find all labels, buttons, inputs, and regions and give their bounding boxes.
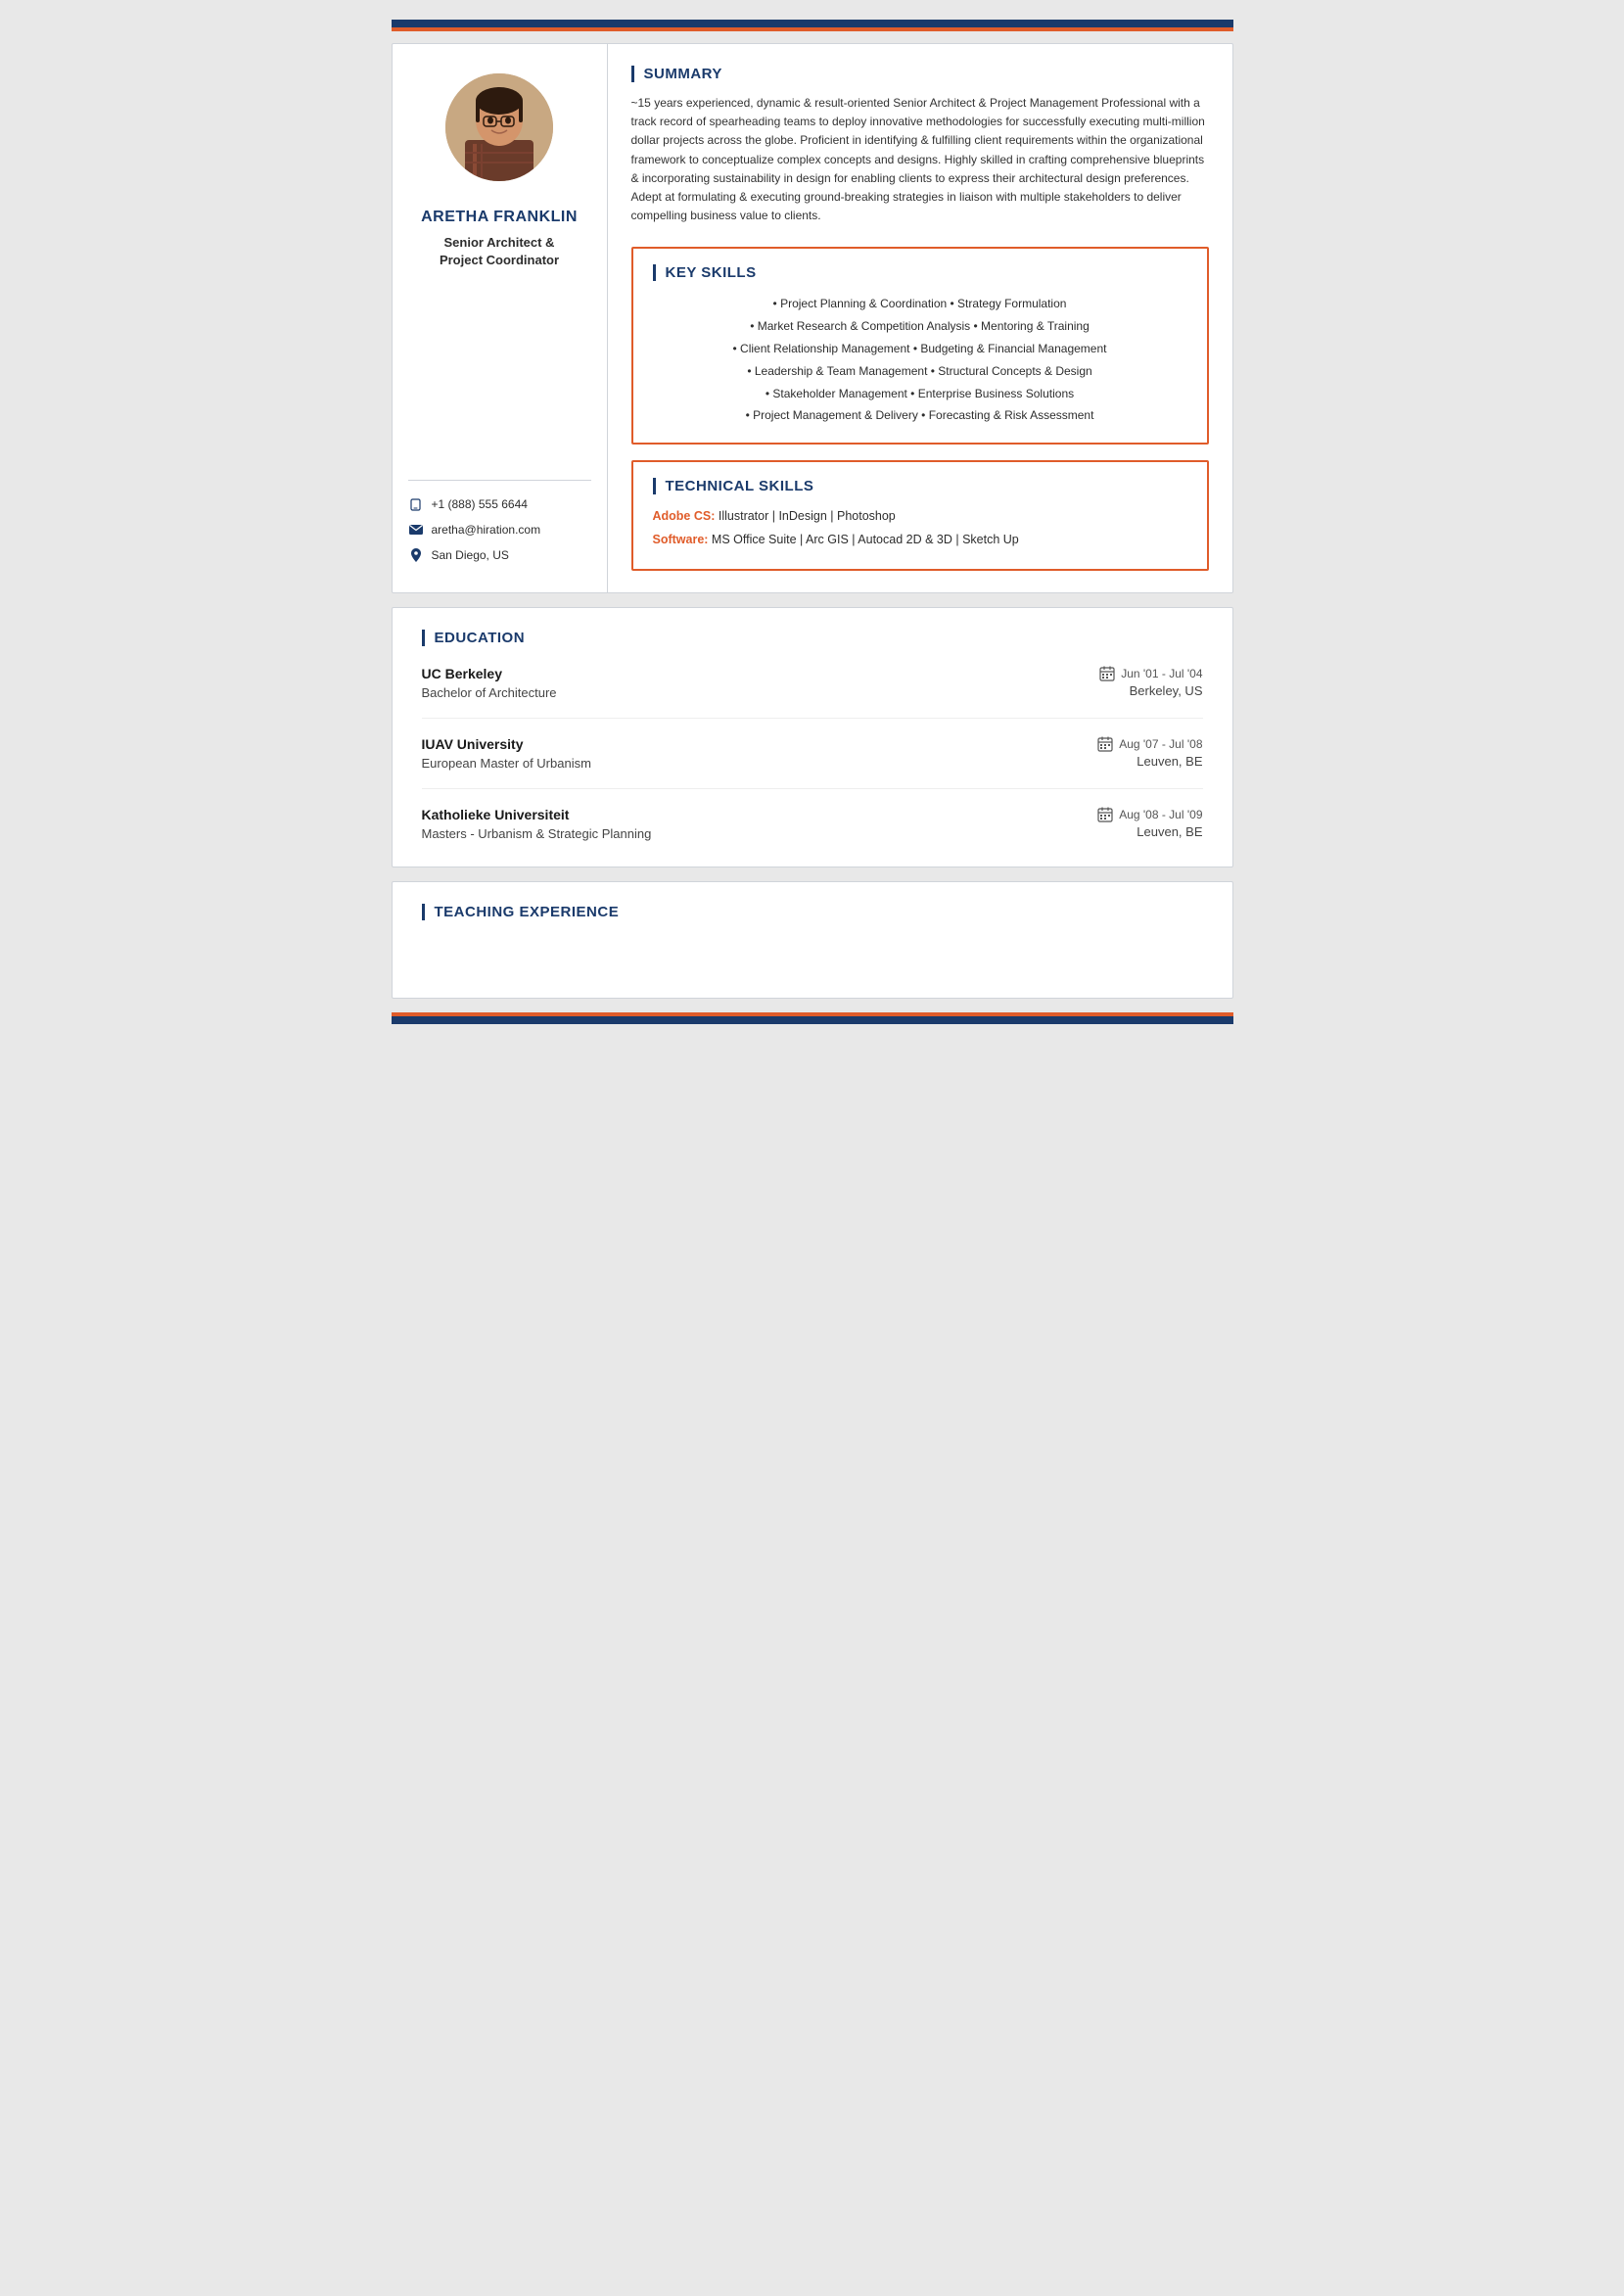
calendar-icon [1099,666,1115,681]
skill-item: • Leadership & Team Management • Structu… [653,360,1187,383]
education-entry: Katholieke Universiteit Aug '08 - Jul '0… [422,807,1203,841]
key-skills-section: KEY SKILLS • Project Planning & Coordina… [631,247,1209,445]
edu-date: Aug '08 - Jul '09 [1097,807,1202,822]
phone-icon [408,496,424,512]
email-icon [408,522,424,538]
technical-skills-section: TECHNICAL SKILLS Adobe CS: Illustrator |… [631,460,1209,571]
skill-item: • Project Planning & Coordination • Stra… [653,293,1187,315]
summary-text: ~15 years experienced, dynamic & result-… [631,94,1209,225]
education-title: EDUCATION [435,630,526,646]
edu-location: Leuven, BE [1137,754,1202,769]
tech-skill-line: Software: MS Office Suite | Arc GIS | Au… [653,530,1187,549]
resume-wrapper: ARETHA FRANKLiN Senior Architect & Proje… [392,20,1233,1024]
summary-header: SUMMARY [631,66,1209,82]
tech-skills-lines: Adobe CS: Illustrator | InDesign | Photo… [653,506,1187,549]
edu-row-top: IUAV University Aug '07 - Jul '08 [422,736,1203,752]
edu-location: Berkeley, US [1130,683,1203,698]
bottom-bar [392,1016,1233,1024]
education-header: EDUCATION [422,630,1203,646]
skill-item: • Market Research & Competition Analysis… [653,315,1187,338]
email-contact: aretha@hiration.com [408,522,591,538]
person-title: Senior Architect & Project Coordinator [440,234,559,269]
skill-item: • Stakeholder Management • Enterprise Bu… [653,383,1187,405]
left-panel: ARETHA FRANKLiN Senior Architect & Proje… [393,44,608,592]
location-icon [408,547,424,563]
key-skills-title: KEY SKILLS [666,264,757,281]
edu-row-bottom: European Master of Urbanism Leuven, BE [422,752,1203,771]
edu-date: Aug '07 - Jul '08 [1097,736,1202,752]
edu-location: Leuven, BE [1137,824,1202,839]
education-entries: UC Berkeley Jun '01 - Jul '04 Bachelor o… [422,666,1203,841]
edu-row-top: Katholieke Universiteit Aug '08 - Jul '0… [422,807,1203,822]
edu-school: IUAV University [422,736,524,752]
person-name: ARETHA FRANKLiN [421,209,578,226]
calendar-icon [1097,807,1113,822]
edu-degree: Bachelor of Architecture [422,685,557,700]
skills-list: • Project Planning & Coordination • Stra… [653,293,1187,427]
accent-bar [392,27,1233,31]
tech-skill-line: Adobe CS: Illustrator | InDesign | Photo… [653,506,1187,526]
education-card: EDUCATION UC Berkeley Jun '01 - Jul '04 [392,607,1233,867]
edu-row-top: UC Berkeley Jun '01 - Jul '04 [422,666,1203,681]
summary-section: SUMMARY ~15 years experienced, dynamic &… [631,66,1209,225]
calendar-icon [1097,736,1113,752]
edu-school: UC Berkeley [422,666,503,681]
tech-skill-label: Adobe CS: [653,509,716,523]
right-panel: SUMMARY ~15 years experienced, dynamic &… [608,44,1232,592]
skill-item: • Client Relationship Management • Budge… [653,338,1187,360]
location-contact: San Diego, US [408,547,591,563]
edu-date: Jun '01 - Jul '04 [1099,666,1202,681]
tech-skill-label: Software: [653,533,709,546]
summary-title: SUMMARY [644,66,722,82]
teaching-card: TEACHING EXPERIENCE [392,881,1233,999]
phone-contact: +1 (888) 555 6644 [408,496,591,512]
edu-degree: European Master of Urbanism [422,756,591,771]
avatar-image [445,73,553,181]
education-entry: IUAV University Aug '07 - Jul '08 Europe… [422,736,1203,789]
teaching-header: TEACHING EXPERIENCE [422,904,1203,920]
edu-row-bottom: Masters - Urbanism & Strategic Planning … [422,822,1203,841]
top-card: ARETHA FRANKLiN Senior Architect & Proje… [392,43,1233,593]
edu-row-bottom: Bachelor of Architecture Berkeley, US [422,681,1203,700]
edu-degree: Masters - Urbanism & Strategic Planning [422,826,652,841]
skill-item: • Project Management & Delivery • Foreca… [653,404,1187,427]
contact-section: +1 (888) 555 6644 aretha@hiration.com [408,480,591,573]
key-skills-header: KEY SKILLS [653,264,1187,281]
avatar [445,73,553,181]
edu-school: Katholieke Universiteit [422,807,570,822]
technical-skills-title: TECHNICAL SKILLS [666,478,814,494]
education-entry: UC Berkeley Jun '01 - Jul '04 Bachelor o… [422,666,1203,719]
technical-skills-header: TECHNICAL SKILLS [653,478,1187,494]
top-decorative-bar [392,20,1233,27]
teaching-title: TEACHING EXPERIENCE [435,904,620,920]
